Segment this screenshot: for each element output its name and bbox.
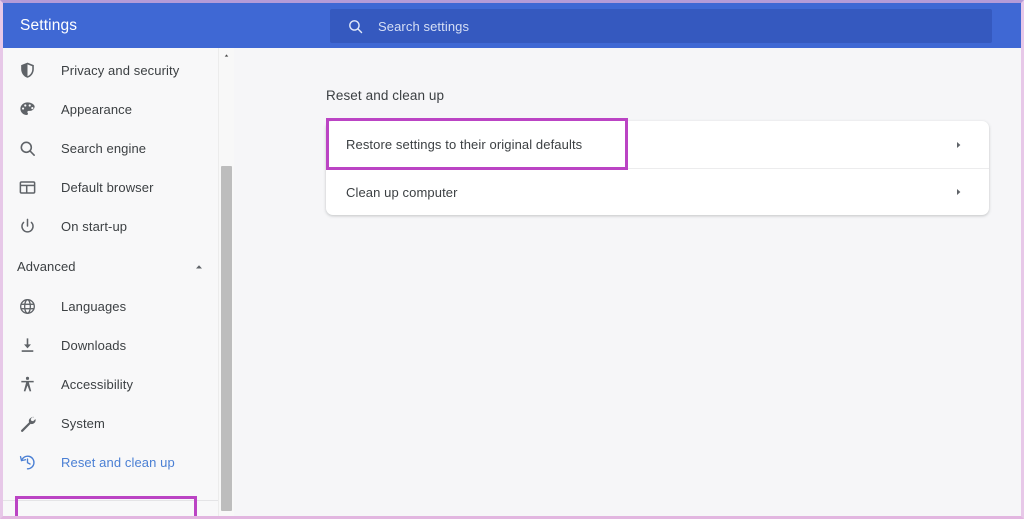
sidebar-item-label: Downloads: [61, 338, 127, 353]
sidebar-item-label: Appearance: [61, 102, 133, 117]
sidebar-item-label: Reset and clean up: [61, 455, 175, 470]
annotation-box-sidebar-reset: [15, 496, 197, 516]
page-title: Reset and clean up: [326, 88, 445, 103]
search-icon: [349, 19, 363, 33]
row-label: Clean up computer: [346, 184, 458, 200]
settings-header-bar: Settings Search settings: [3, 3, 1021, 48]
settings-sidebar: Privacy and security Appearance Search e…: [3, 48, 234, 516]
restore-clock-icon: [17, 453, 37, 473]
sidebar-scrollbar[interactable]: [218, 48, 234, 516]
sidebar-item-label: System: [61, 416, 105, 431]
search-input-placeholder: Search settings: [378, 18, 470, 34]
accessibility-icon: [17, 375, 37, 395]
palette-icon: [17, 100, 37, 120]
sidebar-item-default-browser[interactable]: Default browser: [3, 168, 234, 207]
wrench-icon: [17, 414, 37, 434]
scrollbar-thumb[interactable]: [221, 166, 232, 511]
sidebar-item-downloads[interactable]: Downloads: [3, 326, 234, 365]
download-icon: [17, 336, 37, 356]
chevron-right-icon: [954, 139, 963, 150]
chevron-up-icon: [193, 261, 205, 273]
browser-window-icon: [17, 178, 37, 198]
sidebar-item-system[interactable]: System: [3, 404, 234, 443]
sidebar-item-label: Default browser: [61, 180, 154, 195]
row-restore-settings-to-defaults[interactable]: Restore settings to their original defau…: [326, 121, 989, 168]
caret-up-icon[interactable]: [219, 48, 234, 62]
reset-and-cleanup-card: Restore settings to their original defau…: [326, 121, 989, 215]
sidebar-item-label: On start-up: [61, 219, 128, 234]
search-settings-field[interactable]: Search settings: [330, 9, 992, 43]
sidebar-item-label: Languages: [61, 299, 127, 314]
sidebar-item-privacy-and-security[interactable]: Privacy and security: [3, 51, 234, 90]
chevron-right-icon: [954, 187, 963, 198]
settings-body: Privacy and security Appearance Search e…: [3, 48, 1021, 516]
sidebar-item-label: Search engine: [61, 141, 147, 156]
settings-main-content: Reset and clean up Restore settings to t…: [234, 48, 1021, 516]
sidebar-item-on-start-up[interactable]: On start-up: [3, 207, 234, 246]
sidebar-section-advanced[interactable]: Advanced: [3, 246, 234, 287]
sidebar-item-label: Accessibility: [61, 377, 134, 392]
sidebar-item-appearance[interactable]: Appearance: [3, 90, 234, 129]
app-title: Settings: [20, 17, 78, 34]
globe-icon: [17, 297, 37, 317]
sidebar-nav-list: Privacy and security Appearance Search e…: [3, 48, 234, 482]
row-label: Restore settings to their original defau…: [346, 137, 583, 152]
sidebar-item-accessibility[interactable]: Accessibility: [3, 365, 234, 404]
sidebar-item-reset-and-clean-up[interactable]: Reset and clean up: [3, 443, 234, 482]
sidebar-item-label: Privacy and security: [61, 63, 180, 78]
search-icon: [17, 139, 37, 159]
row-clean-up-computer[interactable]: Clean up computer: [326, 168, 989, 215]
sidebar-item-languages[interactable]: Languages: [3, 287, 234, 326]
sidebar-item-search-engine[interactable]: Search engine: [3, 129, 234, 168]
shield-icon: [17, 61, 37, 81]
sidebar-section-label: Advanced: [17, 259, 76, 274]
sidebar-divider: [3, 500, 218, 501]
settings-window: Settings Search settings Privacy and sec…: [0, 0, 1024, 519]
power-icon: [17, 217, 37, 237]
